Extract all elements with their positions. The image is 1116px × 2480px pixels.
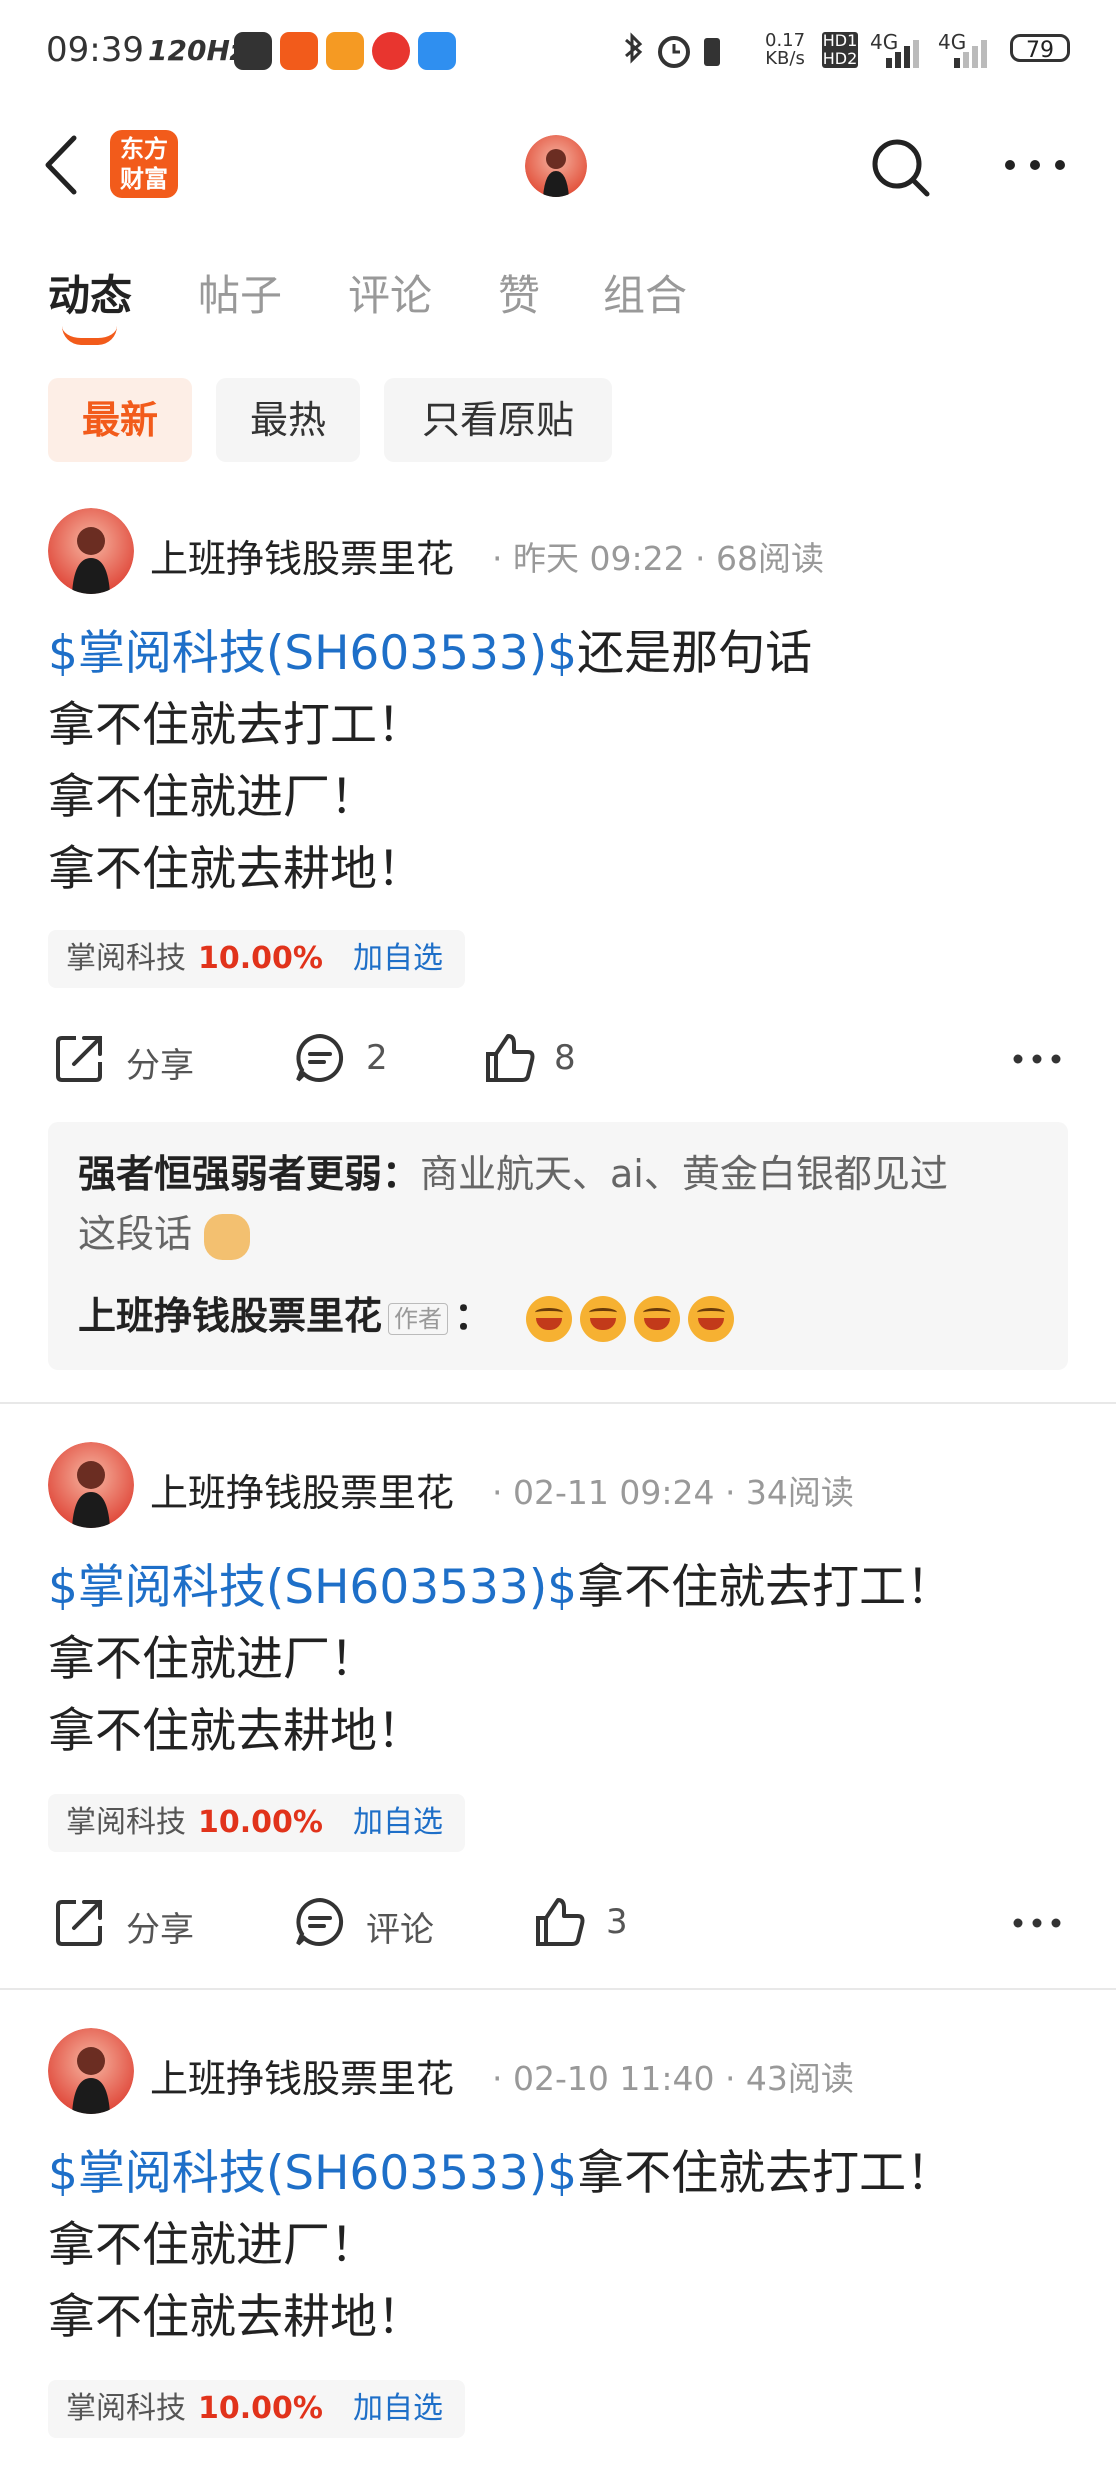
comment-button[interactable]: 评论 bbox=[366, 1902, 434, 1951]
signal-icon bbox=[886, 40, 919, 68]
bluetooth-alarm-vibrate-icon bbox=[625, 32, 720, 68]
refresh-rate: 120Hz bbox=[148, 34, 247, 67]
tab-dynamic[interactable]: 动态 bbox=[48, 262, 132, 323]
comment-icon[interactable] bbox=[292, 1030, 348, 1086]
post-text: 拿不住就去打工！ bbox=[577, 2146, 954, 2201]
filter-hot[interactable]: 最热 bbox=[216, 378, 360, 462]
author-avatar[interactable] bbox=[48, 2028, 134, 2114]
stock-link[interactable]: $掌阅科技(SH603533)$ bbox=[48, 1560, 577, 1615]
tab-posts[interactable]: 帖子 bbox=[198, 262, 282, 323]
app-notification-icon bbox=[326, 32, 364, 70]
laughing-emoji-icon bbox=[580, 1295, 627, 1342]
back-arrow-icon[interactable] bbox=[40, 130, 90, 200]
post-body-line: 拿不住就去耕地！ bbox=[48, 2290, 424, 2345]
add-watchlist-button[interactable]: 加自选 bbox=[353, 1805, 443, 1840]
comment-author: 上班挣钱股票里花 bbox=[78, 1294, 383, 1338]
stock-tag-name: 掌阅科技 bbox=[66, 1805, 186, 1840]
stock-tag[interactable]: 掌阅科技 10.00% 加自选 bbox=[48, 1794, 465, 1852]
post-body-line: 拿不住就去打工！ bbox=[48, 698, 424, 753]
post-more-icon[interactable] bbox=[1012, 1916, 1062, 1930]
app-logo: 东方 财富 bbox=[110, 130, 178, 198]
add-watchlist-button[interactable]: 加自选 bbox=[353, 941, 443, 976]
comment-text: 商业航天、ai、黄金白银都见过 bbox=[420, 1152, 948, 1196]
author-avatar[interactable] bbox=[48, 508, 134, 594]
status-time: 09:39 bbox=[46, 30, 144, 70]
logo-text-line1: 东方 bbox=[120, 135, 168, 163]
like-icon[interactable] bbox=[482, 1030, 538, 1086]
author-avatar[interactable] bbox=[48, 1442, 134, 1528]
post-text: 还是那句话 bbox=[577, 626, 813, 681]
stock-tag[interactable]: 掌阅科技 10.00% 加自选 bbox=[48, 2380, 465, 2438]
author-name[interactable]: 上班挣钱股票里花 bbox=[150, 2048, 454, 2103]
post-meta: · 02-10 11:40 · 43阅读 bbox=[492, 2059, 854, 2098]
like-count[interactable]: 3 bbox=[606, 1902, 628, 1942]
comment-item[interactable]: 上班挣钱股票里花 作者： bbox=[78, 1286, 742, 1346]
app-notification-icon bbox=[280, 32, 318, 70]
comment-item-cont: 这段话 bbox=[78, 1204, 251, 1264]
post-body-line: 拿不住就去耕地！ bbox=[48, 842, 424, 897]
stock-link[interactable]: $掌阅科技(SH603533)$ bbox=[48, 2146, 577, 2201]
post-meta: · 昨天 09:22 · 68阅读 bbox=[492, 539, 825, 578]
like-count[interactable]: 8 bbox=[554, 1038, 576, 1078]
comment-separator: ： bbox=[454, 1294, 493, 1338]
laughing-emoji-icon bbox=[688, 1295, 735, 1342]
profile-avatar[interactable] bbox=[525, 135, 587, 197]
stock-tag[interactable]: 掌阅科技 10.00% 加自选 bbox=[48, 930, 465, 988]
filter-original-only[interactable]: 只看原贴 bbox=[384, 378, 612, 462]
app-notification-icon bbox=[234, 32, 272, 70]
app-notification-icon bbox=[372, 32, 410, 70]
comment-count[interactable]: 2 bbox=[366, 1038, 388, 1078]
post-body-line: 拿不住就去耕地！ bbox=[48, 1704, 424, 1759]
share-icon[interactable] bbox=[52, 1894, 108, 1950]
post-body-line: $掌阅科技(SH603533)$还是那句话 bbox=[48, 618, 812, 690]
comment-icon[interactable] bbox=[292, 1894, 348, 1950]
more-options-icon[interactable] bbox=[1000, 150, 1070, 180]
stock-tag-name: 掌阅科技 bbox=[66, 941, 186, 976]
laughing-emoji-icon bbox=[526, 1295, 573, 1342]
doge-emoji-icon bbox=[204, 1213, 251, 1260]
comment-author: 强者恒强弱者更弱： bbox=[78, 1152, 421, 1196]
add-watchlist-button[interactable]: 加自选 bbox=[353, 2391, 443, 2426]
post-meta: · 02-11 09:24 · 34阅读 bbox=[492, 1473, 854, 1512]
comment-item[interactable]: 强者恒强弱者更弱：商业航天、ai、黄金白银都见过 bbox=[78, 1144, 948, 1204]
author-name[interactable]: 上班挣钱股票里花 bbox=[150, 1462, 454, 1517]
post-body-line: 拿不住就进厂！ bbox=[48, 1632, 377, 1687]
search-icon[interactable] bbox=[865, 132, 935, 202]
stock-tag-name: 掌阅科技 bbox=[66, 2391, 186, 2426]
laughing-emoji-icon bbox=[634, 1295, 681, 1342]
share-button[interactable]: 分享 bbox=[126, 1038, 194, 1087]
signal-icon bbox=[954, 40, 987, 68]
post-body-line: 拿不住就进厂！ bbox=[48, 770, 377, 825]
share-button[interactable]: 分享 bbox=[126, 1902, 194, 1951]
logo-text-line2: 财富 bbox=[120, 165, 168, 193]
post-text: 拿不住就去打工！ bbox=[577, 1560, 954, 1615]
post-body-line: $掌阅科技(SH603533)$拿不住就去打工！ bbox=[48, 1552, 953, 1624]
stock-tag-change: 10.00% bbox=[198, 941, 323, 976]
status-bar: 09:39 120Hz 0.17 KB/s HD1 HD2 4G 4G 79 bbox=[0, 0, 1116, 100]
post-more-icon[interactable] bbox=[1012, 1052, 1062, 1066]
hd-indicator: HD1 HD2 bbox=[822, 31, 858, 68]
app-notification-icon bbox=[418, 32, 456, 70]
stock-link[interactable]: $掌阅科技(SH603533)$ bbox=[48, 626, 577, 681]
share-icon[interactable] bbox=[52, 1030, 108, 1086]
net-unit: KB/s bbox=[765, 48, 805, 69]
tab-portfolio[interactable]: 组合 bbox=[603, 262, 687, 323]
author-name[interactable]: 上班挣钱股票里花 bbox=[150, 528, 454, 583]
post-body-line: 拿不住就进厂！ bbox=[48, 2218, 377, 2273]
post-divider bbox=[0, 1402, 1116, 1404]
like-icon[interactable] bbox=[532, 1894, 588, 1950]
tab-comments[interactable]: 评论 bbox=[348, 262, 432, 323]
post-body-line: $掌阅科技(SH603533)$拿不住就去打工！ bbox=[48, 2138, 953, 2210]
active-tab-indicator bbox=[62, 326, 117, 345]
comment-text: 这段话 bbox=[78, 1212, 193, 1256]
battery-indicator: 79 bbox=[1010, 34, 1070, 63]
post-divider bbox=[0, 1988, 1116, 1990]
author-badge: 作者 bbox=[388, 1302, 449, 1335]
stock-tag-change: 10.00% bbox=[198, 2391, 323, 2426]
filter-latest[interactable]: 最新 bbox=[48, 378, 192, 462]
stock-tag-change: 10.00% bbox=[198, 1805, 323, 1840]
tab-likes[interactable]: 赞 bbox=[498, 262, 540, 323]
